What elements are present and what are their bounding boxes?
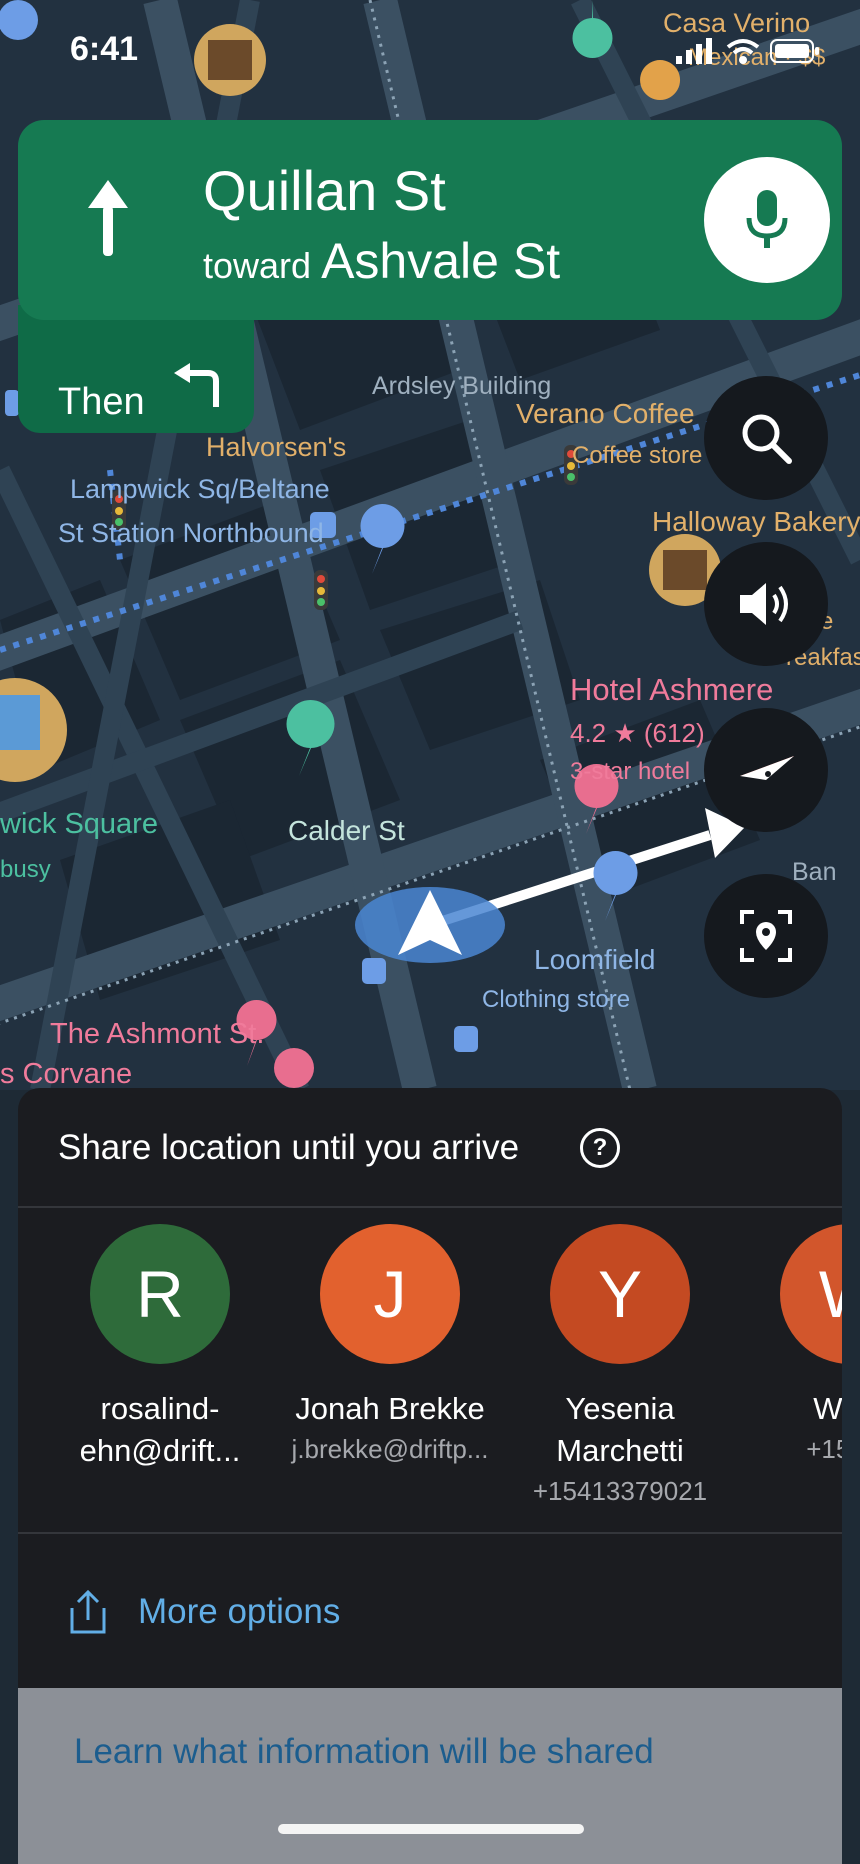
map-label-verano[interactable]: Verano Coffee (516, 398, 695, 430)
report-camera-button[interactable] (704, 874, 828, 998)
more-options-button[interactable]: More options (68, 1588, 340, 1636)
map-label-casa-verino[interactable]: Casa Verino (663, 8, 810, 39)
learn-more-banner[interactable]: Learn what information will be shared (18, 1688, 842, 1864)
contact-name-line: Yesenia (565, 1391, 675, 1426)
map-label-halloway[interactable]: Halloway Bakery (652, 506, 860, 538)
voice-button[interactable] (704, 157, 830, 283)
search-icon (742, 414, 792, 464)
nav-toward-street: Ashvale St (321, 233, 561, 289)
contact-name: Wren (813, 1391, 842, 1426)
share-title: Share location until you arrive (58, 1128, 520, 1167)
home-indicator[interactable] (278, 1824, 584, 1834)
contact-item[interactable]: Y Yesenia Marchetti +15413379021 (505, 1224, 735, 1510)
map-label-halvorsens[interactable]: Halvorsen's (206, 432, 346, 463)
contact-detail: +15413379021 (532, 1476, 708, 1506)
map-label-coffee-store: Coffee store (572, 442, 703, 469)
map-label-hotel-rating: 4.2 ★ (612) (570, 718, 705, 748)
map-label-hotel-type: 3-star hotel (570, 758, 691, 785)
nav-toward: toward Ashvale St (203, 232, 560, 290)
share-icon (70, 1589, 106, 1634)
map-label-lampwick-2[interactable]: St Station Northbound (58, 518, 324, 549)
contact-item[interactable]: R rosalind-ehn@drift... (45, 1224, 275, 1472)
share-location-sheet: Share location until you arrive ? R rosa… (18, 1088, 842, 1864)
divider (18, 1206, 842, 1208)
map-label-square[interactable]: wick Square (0, 808, 158, 841)
help-icon[interactable]: ? (580, 1128, 620, 1168)
contact-item[interactable]: W Wren +15412 (735, 1224, 842, 1468)
map-label-lampwick-1[interactable]: Lampwick Sq/Beltane (70, 474, 330, 505)
nav-street: Quillan St (203, 159, 446, 222)
then-card[interactable]: Then (18, 305, 254, 433)
contact-detail: j.brekke@driftp... (291, 1434, 489, 1464)
map-label-clothing: Clothing store (482, 986, 631, 1013)
search-button[interactable] (704, 376, 828, 500)
location-camera-icon (740, 910, 792, 962)
map-label-ashmont[interactable]: The Ashmont St. (50, 1018, 264, 1051)
avatar: R (90, 1224, 230, 1364)
status-time: 6:41 (70, 30, 139, 68)
cellular-signal-icon (676, 38, 712, 64)
avatar: W (780, 1224, 842, 1364)
divider (18, 1532, 842, 1534)
mic-icon (746, 190, 788, 248)
contact-name: rosalind-ehn@drift... (45, 1388, 275, 1472)
learn-more-link[interactable]: Learn what information will be shared (74, 1732, 654, 1772)
more-options-label: More options (138, 1592, 341, 1631)
straight-arrow-icon (88, 180, 128, 256)
map-label-corvane[interactable]: s Corvane (0, 1058, 132, 1090)
nav-toward-prefix: toward (203, 245, 312, 286)
contact-name: Jonah Brekke (295, 1391, 485, 1426)
status-icons (676, 38, 820, 64)
then-label: Then (58, 381, 145, 423)
volume-icon (740, 583, 788, 625)
avatar: J (320, 1224, 460, 1364)
contact-name-line: Marchetti (556, 1433, 684, 1468)
avatar: Y (550, 1224, 690, 1364)
sound-button[interactable] (704, 542, 828, 666)
contact-name: Yesenia Marchetti (505, 1388, 735, 1472)
navigation-banner[interactable]: Quillan St toward Ashvale St (18, 120, 842, 320)
map-label-loomfield[interactable]: Loomfield (534, 944, 655, 976)
contact-name-line: rosalind- (100, 1391, 220, 1426)
battery-icon (770, 39, 819, 63)
contact-item[interactable]: J Jonah Brekke j.brekke@driftp... (275, 1224, 505, 1468)
map-label-calder[interactable]: Calder St (288, 815, 405, 847)
map-label-busy: busy (0, 856, 51, 883)
compass-icon (740, 756, 794, 780)
wifi-icon (726, 39, 760, 64)
contact-name-line: ehn@drift... (79, 1433, 241, 1468)
map-label-hotel[interactable]: Hotel Ashmere (570, 672, 773, 708)
turn-left-icon (174, 363, 219, 407)
contact-detail: +15412 (806, 1434, 842, 1464)
map-label-ardsley[interactable]: Ardsley Building (372, 372, 551, 401)
compass-button[interactable] (704, 708, 828, 832)
